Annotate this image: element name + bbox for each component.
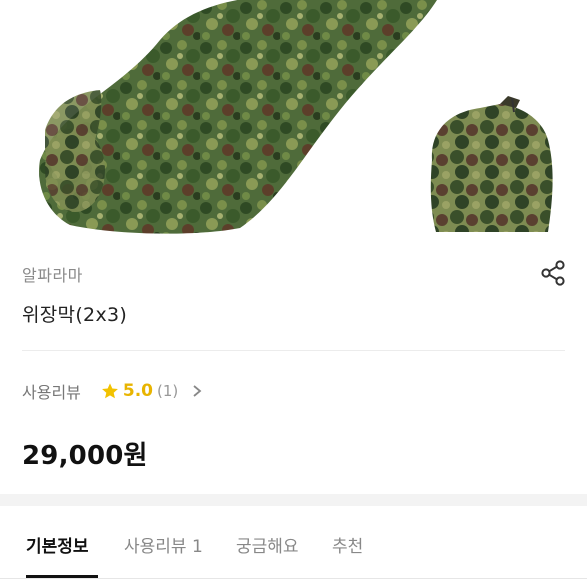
product-price: 29,000원 <box>22 441 148 471</box>
rating-value: 5.0 <box>122 381 154 401</box>
share-icon[interactable] <box>538 258 568 288</box>
divider <box>22 350 565 351</box>
tab-basic-info[interactable]: 기본정보 <box>26 532 89 557</box>
detail-tabs: 기본정보 사용리뷰 1 궁금해요 추천 <box>0 506 587 587</box>
star-icon <box>101 383 118 399</box>
share-icon-graphic <box>541 260 565 286</box>
seller-name[interactable]: 알파라마 <box>22 262 83 286</box>
tab-reviews[interactable]: 사용리뷰 1 <box>124 532 203 557</box>
product-image[interactable] <box>0 0 587 238</box>
review-count: (1) <box>157 382 179 400</box>
active-tab-indicator <box>26 575 98 578</box>
section-separator <box>0 494 587 506</box>
tabs-divider <box>0 578 587 579</box>
review-label: 사용리뷰 <box>22 383 81 402</box>
chevron-right-icon <box>193 385 202 397</box>
camo-net-photo <box>39 0 553 234</box>
tab-questions[interactable]: 궁금해요 <box>236 532 299 557</box>
tab-recommend[interactable]: 추천 <box>332 532 363 557</box>
product-title: 위장막(2x3) <box>22 304 128 326</box>
review-summary-link[interactable]: 사용리뷰 5.0 (1) <box>22 377 204 405</box>
